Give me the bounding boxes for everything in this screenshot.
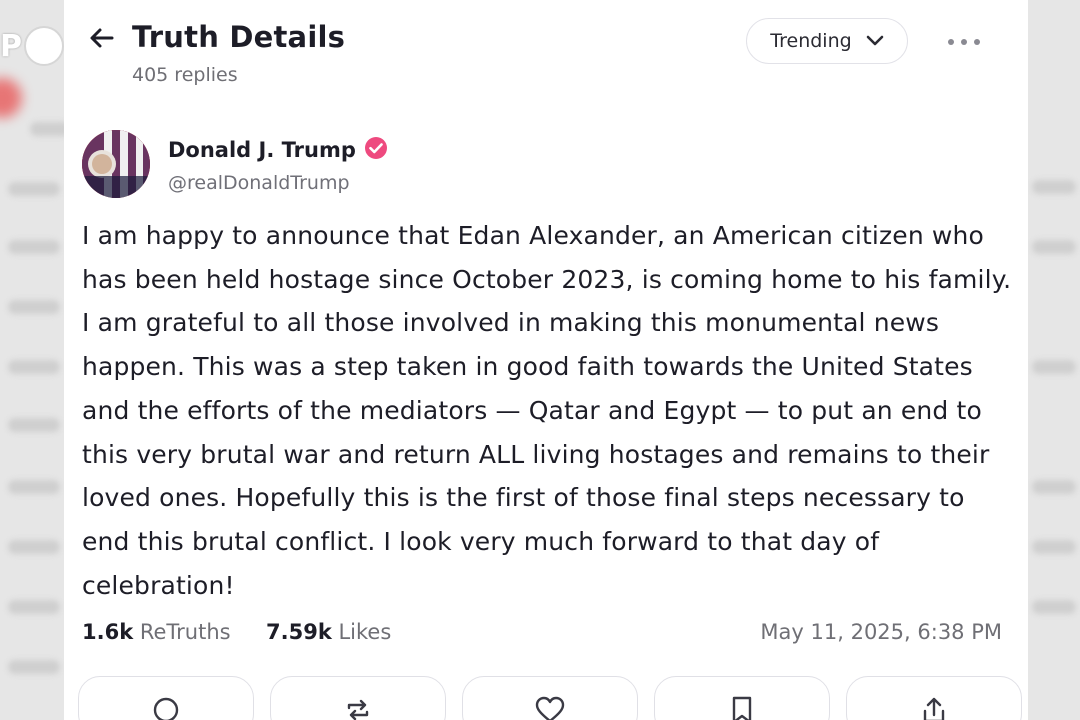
share-button[interactable]	[846, 676, 1022, 720]
background-blur-line	[8, 300, 60, 314]
likes-stat[interactable]: 7.59k Likes	[266, 620, 391, 644]
post-timestamp: May 11, 2025, 6:38 PM	[760, 620, 1002, 644]
chevron-down-icon	[866, 30, 884, 52]
page-title: Truth Details	[132, 20, 346, 54]
action-bar	[78, 676, 1022, 720]
header: Truth Details 405 replies Trending	[64, 0, 1028, 100]
background-blur-line	[8, 360, 60, 374]
background-blur-line	[8, 182, 60, 196]
background-blur-blob	[0, 78, 22, 118]
background-blur-line	[1032, 240, 1076, 254]
background-blur-line	[8, 418, 60, 432]
retruth-button[interactable]	[270, 676, 446, 720]
verified-badge-icon	[364, 136, 388, 164]
post-body: I am happy to announce that Edan Alexand…	[82, 221, 1012, 600]
author-handle[interactable]: @realDonaldTrump	[168, 172, 350, 194]
channel-logo: P	[0, 24, 80, 68]
avatar[interactable]	[82, 130, 150, 198]
bookmark-icon	[729, 695, 755, 720]
post-stats: 1.6k ReTruths 7.59k Likes May 11, 2025, …	[82, 620, 1002, 650]
background-blur-line	[1032, 480, 1076, 494]
channel-logo-letter: P	[0, 28, 22, 64]
share-icon	[920, 695, 948, 720]
reply-count: 405 replies	[132, 64, 238, 86]
background-blur-line	[1032, 180, 1076, 194]
heart-icon	[534, 695, 566, 720]
background-blur-line	[1032, 360, 1076, 374]
background-blur-line	[1032, 540, 1076, 554]
likes-label: Likes	[338, 620, 392, 644]
background-blur-line	[1032, 600, 1076, 614]
likes-count: 7.59k	[266, 620, 332, 644]
background-blur-line	[8, 240, 60, 254]
channel-logo-circle	[24, 26, 64, 66]
background-blur-line	[30, 122, 64, 136]
background-blur-line	[8, 660, 60, 674]
retruths-count: 1.6k	[82, 620, 134, 644]
background-right	[1028, 0, 1080, 720]
bookmark-button[interactable]	[654, 676, 830, 720]
more-options-button[interactable]	[936, 24, 992, 56]
post-detail-card: Truth Details 405 replies Trending Donal…	[64, 0, 1028, 720]
reply-icon	[151, 695, 181, 720]
author-name[interactable]: Donald J. Trump	[168, 138, 356, 162]
background-blur-line	[8, 540, 60, 554]
like-button[interactable]	[462, 676, 638, 720]
reply-button[interactable]	[78, 676, 254, 720]
sort-dropdown[interactable]: Trending	[746, 18, 908, 64]
sort-dropdown-label: Trending	[770, 30, 852, 52]
background-blur-line	[8, 480, 60, 494]
background-blur-line	[8, 600, 60, 614]
background-left	[0, 0, 64, 720]
retruths-label: ReTruths	[139, 620, 231, 644]
more-horizontal-icon	[947, 31, 981, 50]
retruths-stat[interactable]: 1.6k ReTruths	[82, 620, 231, 644]
back-arrow-icon[interactable]	[86, 22, 118, 54]
retruth-icon	[343, 695, 373, 720]
author-row: Donald J. Trump	[168, 136, 388, 164]
